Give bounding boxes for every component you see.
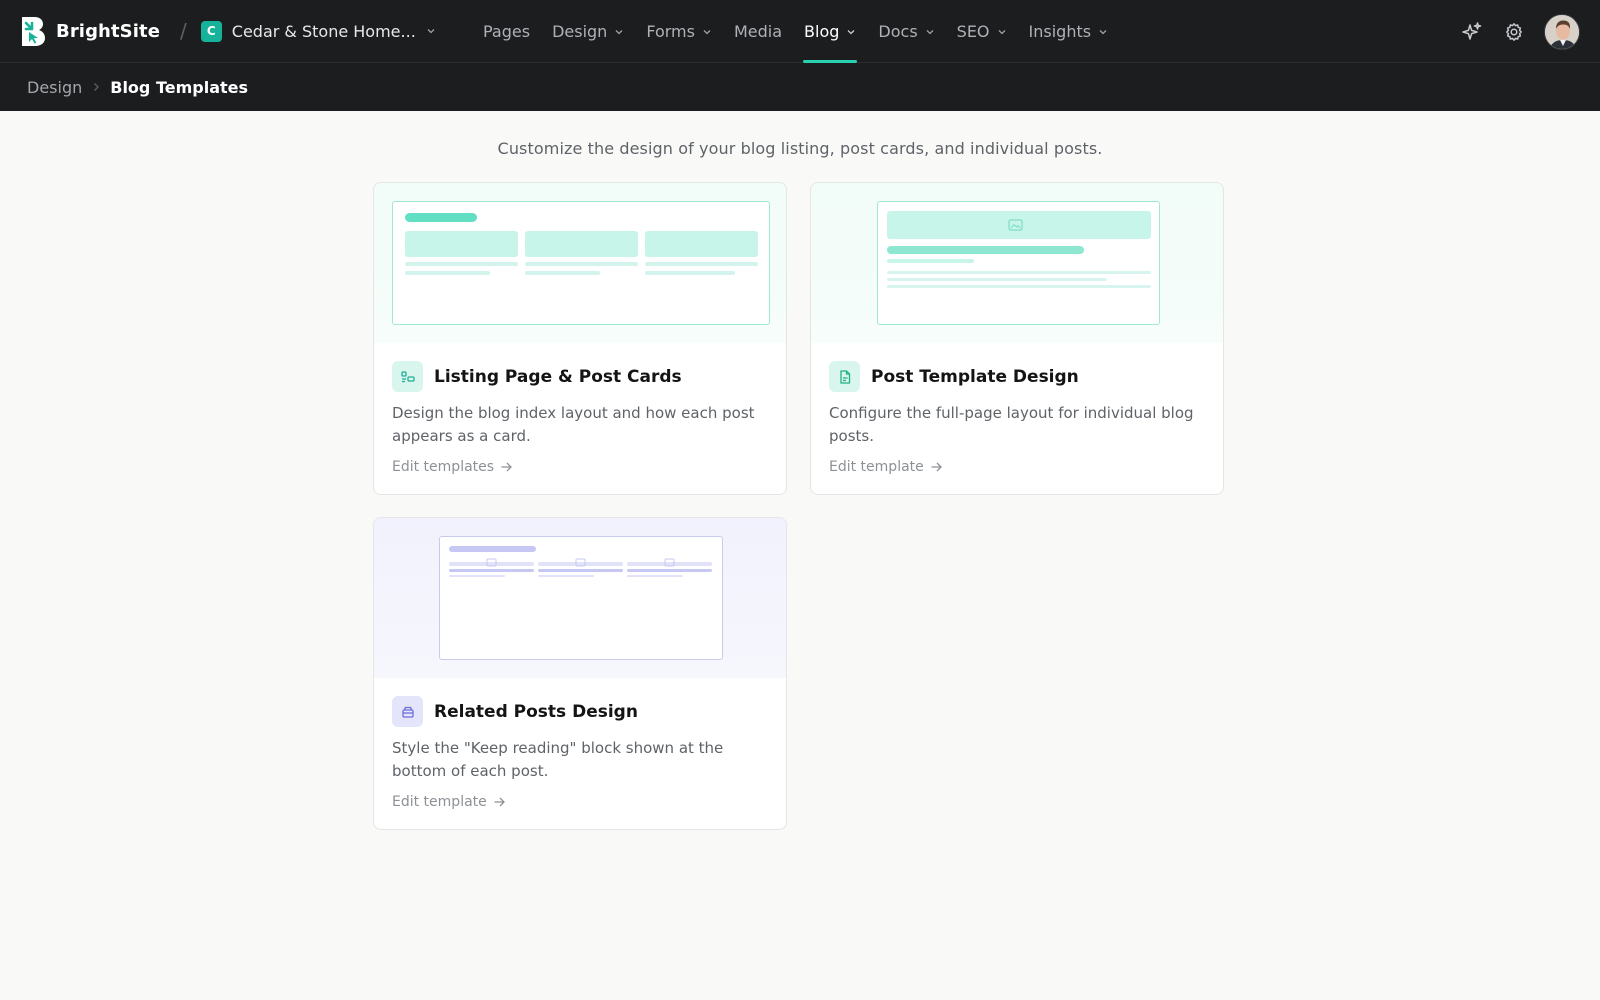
card-title: Post Template Design [871,366,1079,387]
nav-label: Docs [878,22,918,41]
edit-template-link[interactable]: Edit template [829,459,1205,475]
link-label: Edit template [392,794,487,810]
nav-item-forms[interactable]: Forms [635,0,723,63]
nav-item-media[interactable]: Media [723,0,793,63]
template-cards: Listing Page & Post Cards Design the blo… [373,182,1227,830]
main-content: Customize the design of your blog listin… [0,111,1600,830]
card-description: Configure the full-page layout for indiv… [829,404,1194,445]
nav-label: Pages [483,22,531,41]
card-description: Design the blog index layout and how eac… [392,404,755,445]
main-nav: Pages Design Forms Media Blog Docs SEO I… [472,0,1119,63]
nav-item-pages[interactable]: Pages [472,0,541,63]
edit-template-link[interactable]: Edit template [392,794,768,810]
nav-item-seo[interactable]: SEO [946,0,1018,63]
related-preview [374,518,786,678]
stack-icon [392,696,423,727]
card-description: Style the "Keep reading" block shown at … [392,739,724,780]
layout-cards-icon [392,361,423,392]
link-label: Edit template [829,459,924,475]
card-title: Listing Page & Post Cards [434,366,682,387]
top-navbar: BrightSite / C Cedar & Stone Home... Pag… [0,0,1600,63]
page-subtitle: Customize the design of your blog listin… [497,139,1103,158]
chevron-down-icon [998,29,1005,34]
chevron-down-icon [1099,29,1107,34]
chevron-down-icon [847,29,855,34]
link-label: Edit templates [392,459,495,475]
card-listing-page[interactable]: Listing Page & Post Cards Design the blo… [373,182,787,495]
edit-templates-link[interactable]: Edit templates [392,459,768,475]
nav-label: Blog [804,22,840,41]
breadcrumb-parent[interactable]: Design [27,78,82,97]
brand[interactable]: BrightSite [20,15,160,47]
card-related-posts[interactable]: Related Posts Design Style the "Keep rea… [373,517,787,830]
related-preview-frame [439,536,723,660]
arrow-right-icon [494,797,505,807]
arrow-right-icon [931,462,942,472]
nav-label: Media [733,22,783,41]
arrow-right-icon [501,462,512,472]
post-preview [811,183,1223,343]
sparkles-icon[interactable] [1460,20,1484,44]
breadcrumb: Design Blog Templates [0,63,1600,111]
nav-item-design[interactable]: Design [541,0,635,63]
nav-label: Insights [1028,22,1092,41]
nav-item-docs[interactable]: Docs [867,0,945,63]
workspace-name: Cedar & Stone Home... [231,21,416,41]
document-icon [829,361,860,392]
chevron-down-icon [703,29,711,34]
listing-preview-frame [392,201,770,325]
avatar[interactable] [1544,13,1580,50]
top-actions [1460,0,1580,63]
chevron-right-icon [94,83,100,91]
nav-label: SEO [956,22,990,41]
workspace-switcher[interactable]: C Cedar & Stone Home... [200,20,436,42]
chevron-down-icon [427,29,435,34]
chevron-down-icon [926,29,934,34]
nav-label: Forms [646,22,695,41]
breadcrumb-current: Blog Templates [110,77,249,97]
gear-icon[interactable] [1502,20,1526,44]
brightsite-logo-icon [20,15,46,47]
card-title: Related Posts Design [434,701,638,722]
listing-preview [374,183,786,343]
nav-item-insights[interactable]: Insights [1018,0,1120,63]
workspace-badge: C [200,20,222,42]
card-post-template[interactable]: Post Template Design Configure the full-… [810,182,1224,495]
chevron-down-icon [615,29,623,34]
post-preview-frame [877,201,1160,325]
brand-name: BrightSite [56,20,161,42]
nav-item-blog[interactable]: Blog [793,0,867,63]
brand-divider: / [180,19,187,43]
nav-label: Design [552,22,608,41]
